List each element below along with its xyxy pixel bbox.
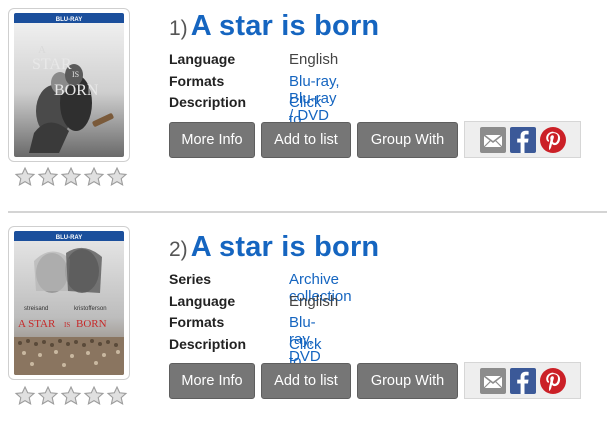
- add-to-list-button[interactable]: Add to list: [261, 122, 351, 158]
- cover-image: BLU-RAY A STAR IS BORN: [14, 13, 124, 157]
- field-label: Description: [169, 335, 247, 352]
- star-icon[interactable]: [60, 385, 82, 407]
- search-result: BLU-RAY A STAR IS BORN 1) A star is born: [0, 0, 607, 210]
- result-divider: [8, 211, 607, 213]
- cover-text: BORN: [76, 318, 107, 330]
- cover-text: IS: [72, 70, 79, 79]
- field-label: Description: [169, 94, 247, 110]
- star-icon[interactable]: [14, 385, 36, 407]
- email-icon[interactable]: [480, 127, 506, 153]
- facebook-icon[interactable]: [510, 127, 536, 153]
- field-value: English: [289, 292, 339, 310]
- group-with-button[interactable]: Group With: [357, 122, 458, 158]
- cover-image-link[interactable]: BLU-RAY streisand kristofferson A STAR I…: [8, 226, 130, 380]
- pinterest-icon[interactable]: [540, 368, 566, 394]
- group-with-button[interactable]: Group With: [357, 363, 458, 399]
- star-rating[interactable]: [14, 385, 128, 407]
- star-icon[interactable]: [106, 166, 128, 188]
- add-to-list-button[interactable]: Add to list: [261, 363, 351, 399]
- cover-text: streisand: [24, 306, 48, 312]
- email-icon[interactable]: [480, 368, 506, 394]
- cover-text: STAR: [32, 56, 72, 73]
- result-heading: 2) A star is born: [169, 231, 379, 264]
- cover-text: IS: [64, 321, 70, 329]
- pinterest-icon[interactable]: [540, 127, 566, 153]
- search-result: BLU-RAY streisand kristofferson A STAR I…: [0, 214, 607, 422]
- share-bar: [464, 362, 581, 399]
- star-icon[interactable]: [14, 166, 36, 188]
- result-number: 2): [169, 238, 188, 261]
- cover-image: BLU-RAY streisand kristofferson A STAR I…: [14, 231, 124, 375]
- result-number: 1): [169, 17, 188, 40]
- star-icon[interactable]: [106, 385, 128, 407]
- field-label: Formats: [169, 72, 225, 89]
- cover-text: A: [38, 44, 46, 56]
- field-label: Language: [169, 51, 236, 67]
- cover-image-link[interactable]: BLU-RAY A STAR IS BORN: [8, 8, 130, 162]
- more-info-button[interactable]: More Info: [169, 363, 255, 399]
- field-label: Series: [169, 271, 212, 287]
- star-rating[interactable]: [14, 166, 128, 188]
- star-icon[interactable]: [83, 166, 105, 188]
- result-title-link[interactable]: A star is born: [191, 10, 380, 43]
- cover-text: A STAR: [18, 318, 56, 330]
- field-label: Language: [169, 292, 236, 309]
- svg-text:BLU-RAY: BLU-RAY: [56, 235, 82, 241]
- field-label: Formats: [169, 314, 225, 330]
- result-heading: 1) A star is born: [169, 10, 379, 43]
- share-bar: [464, 121, 581, 158]
- cover-text: BORN: [54, 82, 99, 99]
- star-icon[interactable]: [60, 166, 82, 188]
- result-title-link[interactable]: A star is born: [191, 231, 380, 264]
- svg-text:BLU-RAY: BLU-RAY: [56, 17, 82, 23]
- star-icon[interactable]: [37, 385, 59, 407]
- field-value: English: [289, 51, 339, 68]
- facebook-icon[interactable]: [510, 368, 536, 394]
- more-info-button[interactable]: More Info: [169, 122, 255, 158]
- star-icon[interactable]: [37, 166, 59, 188]
- star-icon[interactable]: [83, 385, 105, 407]
- cover-text: kristofferson: [74, 306, 107, 312]
